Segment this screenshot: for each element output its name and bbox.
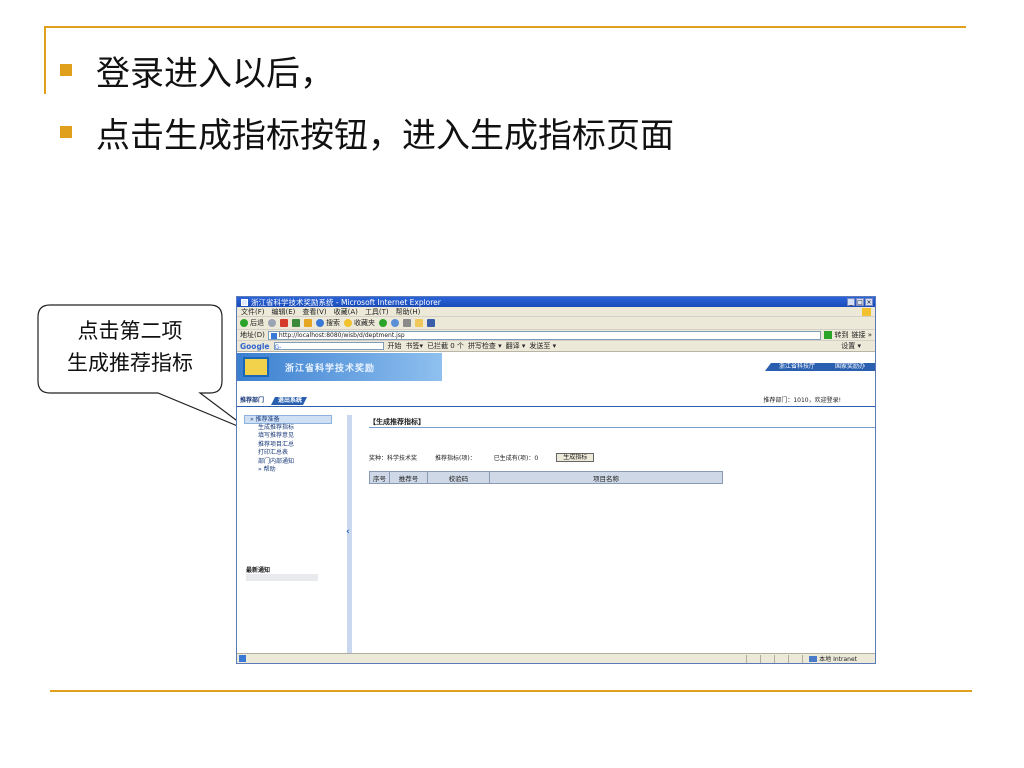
- favorites-button[interactable]: 收藏夹: [344, 318, 375, 328]
- maximize-icon[interactable]: □: [856, 298, 864, 306]
- sidebar-item-fill-opinion[interactable]: 填写推荐意见: [244, 432, 332, 441]
- menu-favorites[interactable]: 收藏(A): [334, 307, 358, 317]
- status-line: 奖种：科学技术奖 推荐指标(项)： 已生成有(项)：0 生成指标: [369, 453, 595, 462]
- app-logo-icon: [243, 357, 269, 377]
- col-index: 序号: [369, 471, 390, 484]
- main-panel: 【生成推荐指标】 奖种：科学技术奖 推荐指标(项)： 已生成有(项)：0 生成指…: [369, 417, 875, 484]
- windows-logo-icon: [862, 307, 871, 316]
- google-settings[interactable]: 设置 ▾: [841, 341, 861, 351]
- sidebar-item-print[interactable]: 打印汇总表: [244, 449, 332, 458]
- mail-icon[interactable]: [391, 319, 399, 327]
- window-titlebar: 浙江省科学技术奖励系统 - Microsoft Internet Explore…: [237, 297, 875, 307]
- status-cell: [746, 654, 760, 663]
- go-arrow-icon: [824, 331, 833, 339]
- refresh-icon[interactable]: [292, 319, 300, 327]
- stop-icon[interactable]: [280, 319, 288, 327]
- security-zone: 本地 Intranet: [802, 654, 875, 663]
- table-header-row: 序号 推荐号 校验码 项目名称: [369, 471, 723, 484]
- link-provincial-department[interactable]: 浙江省科技厅: [764, 363, 825, 371]
- tab-logout[interactable]: 退出系统: [271, 397, 307, 405]
- tab-recommending-dept[interactable]: 推荐部门: [240, 397, 264, 405]
- folder-icon[interactable]: [415, 319, 423, 327]
- browser-window: 浙江省科学技术奖励系统 - Microsoft Internet Explore…: [236, 296, 876, 664]
- home-icon[interactable]: [304, 319, 312, 327]
- ie-page-icon: [241, 298, 248, 306]
- callout: 点击第二项 生成推荐指标: [37, 305, 223, 393]
- back-arrow-icon: [240, 319, 248, 327]
- award-type: 奖种：科学技术奖: [369, 455, 418, 462]
- page-content: 浙江省科学技术奖励 浙江省科技厅 国家奖励办 推荐部门 退出系统 推荐部门：10…: [237, 353, 875, 653]
- messenger-icon[interactable]: [427, 319, 435, 327]
- menu-view[interactable]: 查看(V): [302, 307, 326, 317]
- callout-line-2: 生成推荐指标: [67, 351, 193, 375]
- menu-tools[interactable]: 工具(T): [365, 307, 389, 317]
- main-title: 【生成推荐指标】: [369, 417, 875, 428]
- sidebar-item-summary[interactable]: 推荐项目汇总: [244, 441, 332, 450]
- latest-notice-box: [246, 574, 318, 581]
- close-icon[interactable]: ×: [865, 298, 873, 306]
- star-icon: [344, 319, 352, 327]
- go-button[interactable]: 转到: [824, 330, 848, 340]
- favorites-label: 收藏夹: [354, 319, 375, 327]
- collapse-arrow-icon[interactable]: ‹: [346, 527, 350, 537]
- links-label[interactable]: 链接 »: [851, 330, 872, 340]
- project-table: 序号 推荐号 校验码 项目名称: [369, 471, 723, 484]
- search-button[interactable]: 搜索: [316, 318, 340, 328]
- col-project-name: 项目名称: [489, 471, 723, 484]
- indicator-count: 推荐指标(项)：: [435, 455, 476, 462]
- link-national-office[interactable]: 国家奖励办: [824, 363, 875, 371]
- menu-edit[interactable]: 编辑(E): [272, 307, 296, 317]
- google-popup-blocked[interactable]: 已拦截 0 个: [427, 341, 464, 351]
- top-right-links: 浙江省科技厅 国家奖励办: [764, 363, 875, 371]
- callout-text: 点击第二项 生成推荐指标: [37, 315, 223, 379]
- banner-title: 浙江省科学技术奖励: [285, 364, 376, 374]
- sidebar-item-prep[interactable]: » 推荐准备: [244, 415, 332, 424]
- generate-indicators-button[interactable]: 生成指标: [556, 453, 595, 462]
- intranet-icon: [809, 655, 818, 662]
- search-icon: [316, 319, 324, 327]
- search-label: 搜索: [326, 319, 340, 327]
- sidebar-item-help[interactable]: » 帮助: [244, 466, 332, 475]
- address-input[interactable]: http://localhost:8080/wisb/d/deptment.js…: [267, 330, 822, 340]
- history-icon[interactable]: [379, 319, 387, 327]
- menu-file[interactable]: 文件(F): [241, 307, 265, 317]
- sidebar-item-notices[interactable]: 部门内部通知: [244, 458, 332, 467]
- page-status-icon: [239, 655, 246, 662]
- standard-toolbar: 后退 搜索 收藏夹: [237, 317, 875, 330]
- user-info: 推荐部门：1010，欢迎登录!: [763, 397, 841, 404]
- google-send-to[interactable]: 发送至 ▾: [529, 341, 556, 351]
- generated-count: 已生成有(项)：0: [493, 455, 539, 462]
- google-search-input[interactable]: G-: [273, 342, 384, 351]
- zone-label: 本地 Intranet: [819, 656, 857, 663]
- minimize-icon[interactable]: _: [847, 298, 855, 306]
- google-g-label: G-: [274, 344, 282, 351]
- app-banner: 浙江省科学技术奖励 浙江省科技厅 国家奖励办: [237, 353, 875, 381]
- google-translate[interactable]: 翻译 ▾: [506, 341, 526, 351]
- google-start[interactable]: 开始: [388, 341, 402, 351]
- latest-notice-title: 最新通知: [246, 567, 271, 574]
- nav-row: 推荐部门 退出系统 推荐部门：1010，欢迎登录!: [237, 397, 875, 407]
- back-label: 后退: [250, 319, 264, 327]
- google-toolbar: Google G- 开始 书签▾ 已拦截 0 个 拼写检查 ▾ 翻译 ▾ 发送至…: [237, 341, 875, 352]
- address-label: 地址(D): [240, 331, 265, 339]
- status-cell: [774, 654, 788, 663]
- print-icon[interactable]: [403, 319, 411, 327]
- go-label: 转到: [834, 331, 849, 339]
- menu-help[interactable]: 帮助(H): [396, 307, 421, 317]
- callout-line-1: 点击第二项: [77, 319, 183, 343]
- col-rec-no: 推荐号: [389, 471, 428, 484]
- google-spellcheck[interactable]: 拼写检查 ▾: [468, 341, 502, 351]
- status-cell: [788, 654, 802, 663]
- menu-bar: 文件(F) 编辑(E) 查看(V) 收藏(A) 工具(T) 帮助(H): [237, 307, 875, 317]
- col-checksum: 校验码: [427, 471, 490, 484]
- sidebar-item-generate-indicators[interactable]: 生成推荐指标: [244, 424, 332, 433]
- back-button[interactable]: 后退: [240, 318, 264, 328]
- nav-divider: [237, 406, 875, 407]
- google-logo: Google: [240, 341, 270, 351]
- google-bookmarks[interactable]: 书签▾: [406, 341, 424, 351]
- address-bar: 地址(D) http://localhost:8080/wisb/d/deptm…: [237, 330, 875, 341]
- forward-arrow-icon[interactable]: [268, 319, 276, 327]
- status-bar: 本地 Intranet: [237, 653, 875, 663]
- status-cell: [760, 654, 774, 663]
